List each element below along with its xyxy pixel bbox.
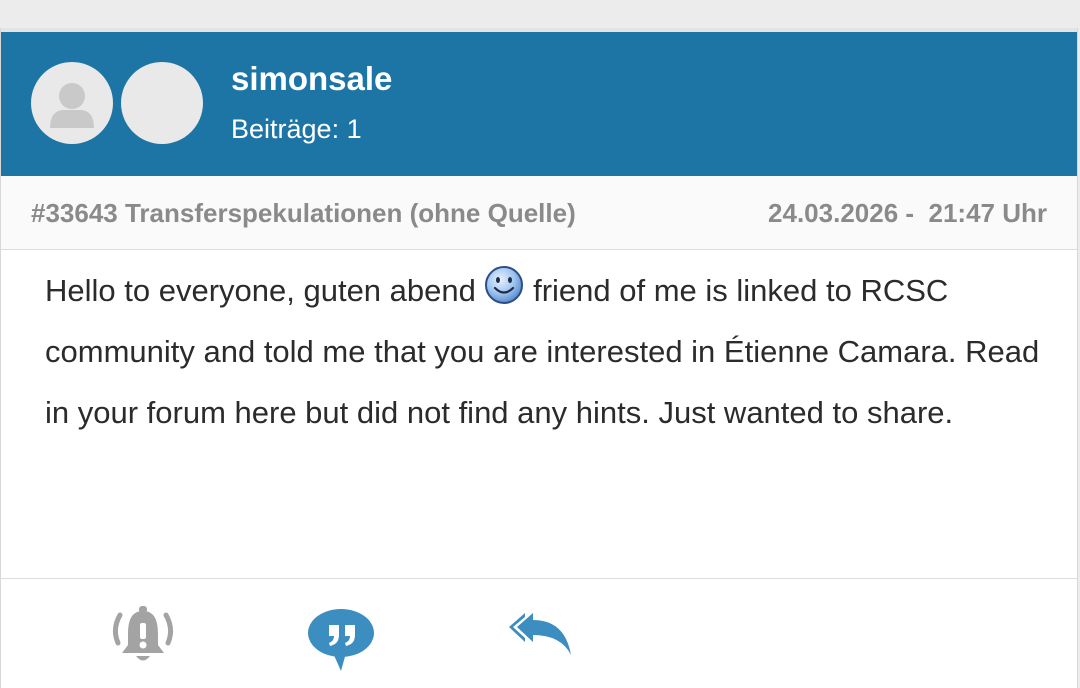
rank-badge (121, 62, 203, 144)
post-header: simonsale Beiträge: 1 (1, 28, 1077, 176)
user-avatar[interactable] (31, 62, 113, 144)
reply-button[interactable] (501, 597, 581, 677)
quote-button[interactable] (301, 597, 381, 677)
smiley-icon (485, 266, 524, 304)
quote-bubble-icon (308, 609, 374, 671)
thread-title-link[interactable]: #33643 Transferspekulationen (ohne Quell… (31, 198, 576, 229)
post-timestamp: 24.03.2026 - 21:47 Uhr (768, 198, 1047, 228)
post-actions-bar (1, 578, 1077, 688)
post-text: Hello to everyone, guten abend (45, 273, 485, 308)
post-count: Beiträge: 1 (231, 114, 362, 144)
username-link[interactable]: simonsale (231, 60, 392, 98)
reply-all-icon (509, 613, 571, 655)
alarm-bell-icon (112, 606, 174, 661)
user-silhouette-icon (50, 83, 94, 128)
post-meta-bar: #33643 Transferspekulationen (ohne Quell… (1, 176, 1077, 250)
forum-post: simonsale Beiträge: 1 #33643 Transferspe… (0, 28, 1078, 688)
report-button[interactable] (103, 597, 183, 677)
post-body: Hello to everyone, guten abend friend of… (45, 260, 1045, 443)
